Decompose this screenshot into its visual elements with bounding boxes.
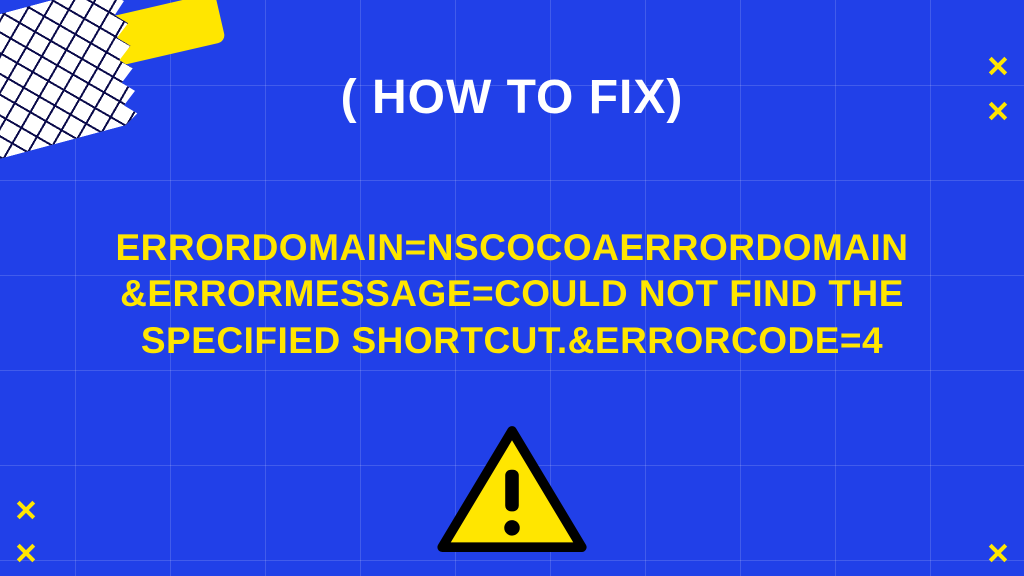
page-heading: ( HOW TO FIX) [341, 70, 684, 125]
x-decoration-icon [987, 542, 1009, 564]
x-decoration-icon [15, 542, 37, 564]
x-decoration-icon [987, 55, 1009, 77]
error-message-text: ERRORDOMAIN=NSCOCOAERRORDOMAIN &ERRORMES… [41, 225, 983, 364]
x-decoration-icon [987, 100, 1009, 122]
warning-icon [435, 421, 590, 561]
x-decoration-icon [15, 499, 37, 521]
